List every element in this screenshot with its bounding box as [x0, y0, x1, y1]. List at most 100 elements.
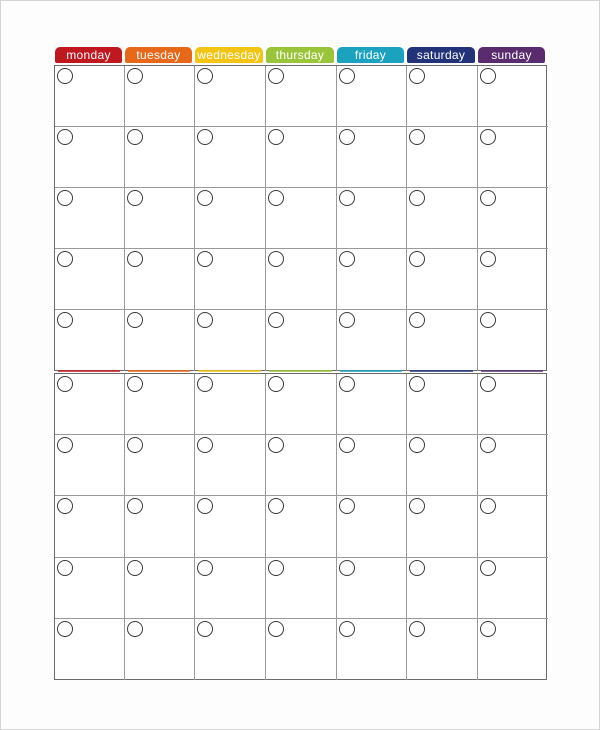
day-cell[interactable]: [266, 188, 337, 249]
day-cell[interactable]: [266, 66, 337, 127]
day-cell[interactable]: [478, 558, 548, 619]
day-cell[interactable]: [337, 188, 407, 249]
date-circle-icon: [339, 251, 355, 267]
date-circle-icon: [57, 376, 73, 392]
day-cell[interactable]: [55, 310, 125, 371]
separator-bar-sunday: [481, 370, 543, 372]
date-circle-icon: [57, 68, 73, 84]
day-cell[interactable]: [478, 310, 548, 371]
date-circle-icon: [268, 190, 284, 206]
day-cell[interactable]: [337, 496, 407, 558]
day-cell[interactable]: [478, 188, 548, 249]
day-cell[interactable]: [407, 127, 478, 188]
day-cell[interactable]: [55, 618, 125, 680]
date-circle-icon: [127, 437, 143, 454]
date-circle-icon: [339, 437, 355, 454]
date-circle-icon: [480, 376, 496, 392]
date-circle-icon: [57, 437, 73, 454]
day-cell[interactable]: [266, 435, 337, 497]
day-cell[interactable]: [407, 557, 478, 619]
calendar-grid-top: [54, 65, 548, 371]
day-cell[interactable]: [55, 496, 125, 558]
day-cell[interactable]: [407, 435, 478, 497]
day-cell[interactable]: [55, 249, 125, 310]
separator-bar-tuesday: [128, 370, 190, 372]
day-cell[interactable]: [407, 374, 478, 436]
day-cell[interactable]: [55, 374, 125, 436]
day-cell[interactable]: [125, 249, 195, 310]
day-cell[interactable]: [195, 310, 266, 371]
day-cell[interactable]: [125, 310, 195, 371]
day-cell[interactable]: [195, 66, 266, 127]
day-cell[interactable]: [478, 496, 548, 558]
day-cell[interactable]: [337, 127, 407, 188]
date-circle-icon: [268, 559, 284, 576]
day-cell[interactable]: [195, 557, 266, 619]
day-cell[interactable]: [195, 374, 266, 436]
day-cell[interactable]: [266, 496, 337, 558]
date-circle-icon: [57, 312, 73, 328]
day-cell[interactable]: [337, 435, 407, 497]
date-circle-icon: [339, 312, 355, 328]
day-cell[interactable]: [125, 435, 195, 497]
day-cell[interactable]: [195, 435, 266, 497]
day-cell[interactable]: [266, 127, 337, 188]
day-cell[interactable]: [266, 249, 337, 310]
day-cell[interactable]: [407, 188, 478, 249]
day-cell[interactable]: [125, 618, 195, 680]
day-cell[interactable]: [195, 249, 266, 310]
day-cell[interactable]: [407, 496, 478, 558]
date-circle-icon: [197, 437, 213, 454]
day-cell[interactable]: [407, 618, 478, 680]
day-cell[interactable]: [125, 127, 195, 188]
day-label-friday: friday: [337, 47, 404, 63]
separator-bar-thursday: [269, 370, 332, 372]
day-cell[interactable]: [266, 618, 337, 680]
date-circle-icon: [127, 129, 143, 145]
day-cell[interactable]: [125, 496, 195, 558]
date-circle-icon: [197, 376, 213, 392]
date-circle-icon: [409, 498, 425, 515]
day-cell[interactable]: [195, 618, 266, 680]
day-cell[interactable]: [125, 66, 195, 127]
day-cell[interactable]: [407, 66, 478, 127]
date-circle-icon: [268, 68, 284, 84]
day-cell[interactable]: [478, 619, 548, 680]
day-cell[interactable]: [478, 127, 548, 188]
date-circle-icon: [127, 190, 143, 206]
day-cell[interactable]: [195, 496, 266, 558]
date-circle-icon: [57, 620, 73, 637]
day-cell[interactable]: [195, 188, 266, 249]
day-cell[interactable]: [55, 435, 125, 497]
date-circle-icon: [409, 251, 425, 267]
day-cell[interactable]: [337, 249, 407, 310]
day-cell[interactable]: [125, 374, 195, 436]
day-cell[interactable]: [337, 310, 407, 371]
date-circle-icon: [480, 68, 496, 84]
day-cell[interactable]: [407, 249, 478, 310]
day-cell[interactable]: [478, 374, 548, 436]
day-cell[interactable]: [55, 127, 125, 188]
day-cell[interactable]: [337, 374, 407, 436]
day-cell[interactable]: [55, 66, 125, 127]
day-cell[interactable]: [337, 618, 407, 680]
day-cell[interactable]: [125, 188, 195, 249]
day-cell[interactable]: [125, 557, 195, 619]
day-cell[interactable]: [407, 310, 478, 371]
day-label-saturday: saturday: [407, 47, 475, 63]
day-cell[interactable]: [337, 557, 407, 619]
day-cell[interactable]: [478, 66, 548, 127]
date-circle-icon: [268, 620, 284, 637]
day-cell[interactable]: [478, 249, 548, 310]
day-cell[interactable]: [337, 66, 407, 127]
day-cell[interactable]: [55, 188, 125, 249]
day-cell[interactable]: [195, 127, 266, 188]
date-circle-icon: [409, 559, 425, 576]
date-circle-icon: [127, 498, 143, 515]
day-cell[interactable]: [266, 557, 337, 619]
day-cell[interactable]: [266, 310, 337, 371]
day-cell[interactable]: [266, 374, 337, 436]
date-circle-icon: [127, 376, 143, 392]
day-cell[interactable]: [478, 435, 548, 497]
day-cell[interactable]: [55, 557, 125, 619]
